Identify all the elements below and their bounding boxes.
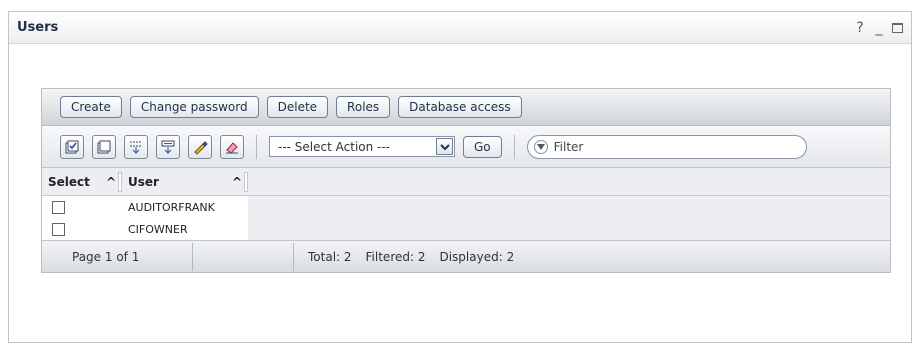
column-header-select[interactable]: Select ^ <box>42 168 122 195</box>
page-indicator: Page 1 of 1 <box>72 249 140 264</box>
portlet-title: Users <box>17 20 59 35</box>
table-footer: Page 1 of 1 Total: 2 Filtered: 2 Display… <box>42 240 890 272</box>
row-checkbox[interactable] <box>52 222 65 236</box>
filtered-count: Filtered: 2 <box>365 249 426 264</box>
select-all-icon[interactable] <box>60 134 84 159</box>
toolbar-separator <box>513 134 515 159</box>
table-row[interactable]: AUDITORFRANK <box>42 196 890 218</box>
go-button[interactable]: Go <box>463 135 502 158</box>
create-button[interactable]: Create <box>60 96 122 118</box>
help-button[interactable]: ? <box>854 20 866 36</box>
users-portlet: Users ? _ Create Change password Delete … <box>8 11 912 343</box>
filter-placeholder: Filter <box>553 139 584 154</box>
footer-separator <box>192 242 193 271</box>
user-cell: CIFOWNER <box>122 218 248 240</box>
edit-sort-icon[interactable] <box>188 134 212 159</box>
column-resize-handle[interactable] <box>244 171 248 192</box>
sort-icon[interactable]: ^ <box>104 175 118 189</box>
portlet-controls: ? _ <box>854 20 903 36</box>
table-toolbar: --- Select Action --- Go Filter <box>42 126 890 168</box>
deselect-all-icon[interactable] <box>92 134 116 159</box>
portlet-titlebar: Users ? _ <box>9 12 911 44</box>
expand-all-icon[interactable] <box>124 134 148 159</box>
user-cell: AUDITORFRANK <box>122 196 248 218</box>
row-select-cell <box>42 196 122 218</box>
chevron-down-icon[interactable] <box>436 138 453 155</box>
delete-button[interactable]: Delete <box>266 96 329 118</box>
filter-input[interactable]: Filter <box>526 134 807 159</box>
filter-dropdown-icon[interactable] <box>533 139 548 154</box>
users-table: Create Change password Delete Roles Data… <box>41 88 891 273</box>
toolbar-separator <box>256 134 257 159</box>
row-checkbox[interactable] <box>52 200 65 214</box>
select-action-dropdown[interactable]: --- Select Action --- <box>269 136 455 157</box>
change-password-button[interactable]: Change password <box>129 96 259 118</box>
clear-sort-icon[interactable] <box>220 134 244 159</box>
minimize-button[interactable]: _ <box>873 20 885 36</box>
table-body: AUDITORFRANK CIFOWNER <box>42 196 890 240</box>
total-count: Total: 2 <box>308 249 352 264</box>
sort-icon[interactable]: ^ <box>230 175 244 189</box>
collapse-all-icon[interactable] <box>156 134 180 159</box>
row-select-cell <box>42 218 122 240</box>
maximize-icon[interactable] <box>892 22 903 33</box>
select-action-label: --- Select Action --- <box>278 139 391 154</box>
table-header: Select ^ User ^ <box>42 168 890 196</box>
database-access-button[interactable]: Database access <box>398 96 522 118</box>
table-row[interactable]: CIFOWNER <box>42 218 890 240</box>
roles-button[interactable]: Roles <box>336 96 391 118</box>
action-button-bar: Create Change password Delete Roles Data… <box>42 89 890 126</box>
column-header-user[interactable]: User ^ <box>122 168 248 195</box>
totals-summary: Total: 2 Filtered: 2 Displayed: 2 <box>294 250 514 264</box>
displayed-count: Displayed: 2 <box>439 249 515 264</box>
